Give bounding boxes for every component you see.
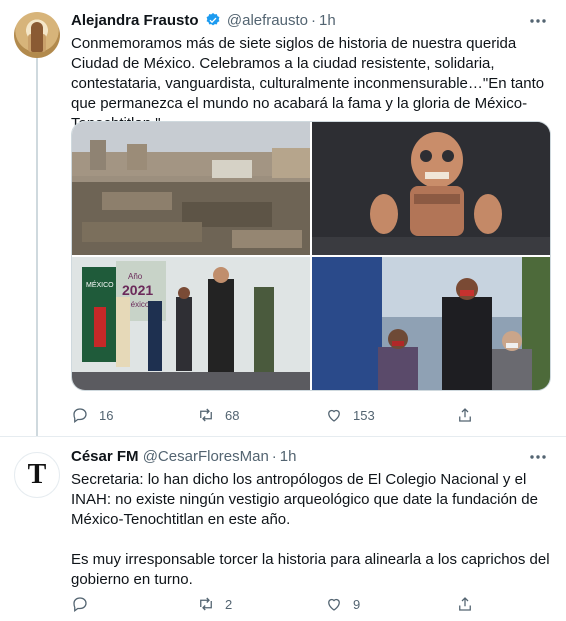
like-icon bbox=[328, 598, 340, 611]
thread-line bbox=[36, 58, 38, 436]
like-button[interactable]: 153 bbox=[325, 405, 375, 425]
separator: · bbox=[310, 12, 316, 29]
retweet-button[interactable]: 2 bbox=[197, 594, 232, 614]
tweet-actions: 2 9 bbox=[71, 594, 531, 614]
separator: · bbox=[271, 448, 277, 465]
retweet-icon bbox=[200, 408, 212, 422]
share-icon bbox=[459, 408, 471, 422]
share-button[interactable] bbox=[456, 594, 474, 614]
like-count: 153 bbox=[353, 407, 375, 423]
reply-icon bbox=[73, 408, 87, 424]
avatar[interactable] bbox=[14, 12, 60, 58]
tweet-actions: 16 68 153 bbox=[71, 405, 531, 425]
tweet-header: Alejandra Frausto @alefrausto · 1h bbox=[71, 12, 336, 30]
photo-greeting[interactable] bbox=[312, 257, 550, 390]
avatar-letter: T bbox=[27, 459, 47, 490]
reply-count: 16 bbox=[99, 407, 114, 423]
author-name[interactable]: César FM bbox=[71, 448, 139, 465]
retweet-button[interactable]: 68 bbox=[197, 405, 239, 425]
tweet-header: César FM @CesarFloresMan · 1h bbox=[71, 448, 296, 466]
tweet-text: Conmemoramos más de siete siglos de hist… bbox=[71, 35, 545, 132]
more-icon[interactable] bbox=[528, 16, 548, 26]
photo-ruins[interactable] bbox=[72, 122, 310, 255]
timestamp[interactable]: 1h bbox=[319, 12, 336, 29]
banner-text-1: Año bbox=[128, 272, 143, 281]
reply-button[interactable]: 16 bbox=[71, 405, 113, 425]
like-button[interactable]: 9 bbox=[325, 594, 360, 614]
share-icon bbox=[459, 597, 471, 611]
share-button[interactable] bbox=[456, 405, 474, 425]
tweet-text: Secretaria: lo han dicho los antropólogo… bbox=[71, 471, 550, 588]
photo-sculpture[interactable] bbox=[312, 122, 550, 255]
photo-ceremony[interactable]: Año 2021 México MÉXICO bbox=[72, 257, 310, 390]
author-name[interactable]: Alejandra Frausto bbox=[71, 12, 199, 29]
banner-text-2: 2021 bbox=[122, 282, 153, 298]
sign-text: MÉXICO bbox=[86, 280, 114, 289]
avatar[interactable]: T bbox=[14, 452, 60, 498]
author-handle[interactable]: @CesarFloresMan bbox=[143, 448, 269, 465]
media-grid[interactable]: Año 2021 México MÉXICO bbox=[71, 121, 551, 391]
reply-button[interactable] bbox=[71, 594, 99, 614]
like-icon bbox=[328, 409, 340, 422]
author-handle[interactable]: @alefrausto bbox=[227, 12, 308, 29]
like-count: 9 bbox=[353, 596, 361, 612]
verified-badge-icon bbox=[206, 13, 220, 26]
retweet-icon bbox=[200, 597, 212, 611]
timestamp[interactable]: 1h bbox=[280, 448, 297, 465]
tweet-alefrausto[interactable]: Alejandra Frausto @alefrausto · 1h Conmemo… bbox=[0, 0, 566, 436]
retweet-count: 2 bbox=[225, 596, 233, 612]
retweet-count: 68 bbox=[225, 407, 240, 423]
more-icon[interactable] bbox=[528, 452, 548, 462]
reply-icon bbox=[73, 597, 87, 613]
